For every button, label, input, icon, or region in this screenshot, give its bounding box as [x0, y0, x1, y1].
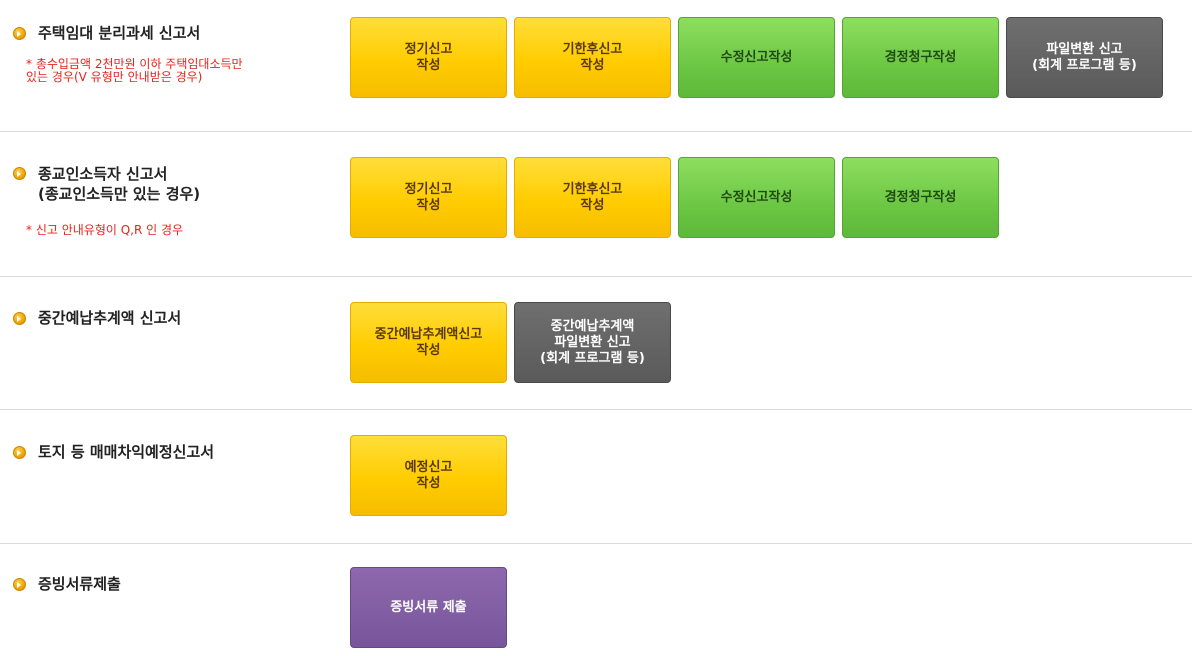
section-evidence-submission: 증빙서류제출 증빙서류 제출: [0, 544, 1192, 656]
submit-evidence-button[interactable]: 증빙서류 제출: [350, 567, 507, 648]
section-title: 주택임대 분리과세 신고서: [38, 24, 201, 42]
amended-filing-button[interactable]: 수정신고작성: [678, 157, 835, 238]
regular-filing-button[interactable]: 정기신고 작성: [350, 17, 507, 98]
amended-filing-button[interactable]: 수정신고작성: [678, 17, 835, 98]
section-title: 토지 등 매매차익예정신고서: [38, 443, 215, 461]
refund-claim-button[interactable]: 경정청구작성: [842, 157, 999, 238]
file-conversion-button[interactable]: 파일변환 신고 (회계 프로그램 등): [1006, 17, 1163, 98]
section-note: * 총수입금액 2천만원 이하 주택임대소득만 있는 경우(V 유형만 안내받은…: [26, 57, 243, 84]
section-religious-income: 종교인소득자 신고서 (종교인소득만 있는 경우) * 신고 안내유형이 Q,R…: [0, 132, 1192, 276]
interim-prepayment-filing-button[interactable]: 중간예납추계액신고 작성: [350, 302, 507, 383]
bullet-arrow-icon: [13, 167, 26, 180]
preliminary-filing-button[interactable]: 예정신고 작성: [350, 435, 507, 516]
interim-file-conversion-button[interactable]: 중간예납추계액 파일변환 신고 (회계 프로그램 등): [514, 302, 671, 383]
section-interim-prepayment: 중간예납추계액 신고서 중간예납추계액신고 작성 중간예납추계액 파일변환 신고…: [0, 277, 1192, 409]
section-land-trading: 토지 등 매매차익예정신고서 예정신고 작성: [0, 410, 1192, 543]
section-title: 중간예납추계액 신고서: [38, 309, 182, 327]
section-housing-rental: 주택임대 분리과세 신고서 * 총수입금액 2천만원 이하 주택임대소득만 있는…: [0, 0, 1192, 132]
bullet-arrow-icon: [13, 578, 26, 591]
regular-filing-button[interactable]: 정기신고 작성: [350, 157, 507, 238]
section-note: * 신고 안내유형이 Q,R 인 경우: [26, 223, 184, 237]
late-filing-button[interactable]: 기한후신고 작성: [514, 157, 671, 238]
bullet-arrow-icon: [13, 446, 26, 459]
late-filing-button[interactable]: 기한후신고 작성: [514, 17, 671, 98]
section-title: 증빙서류제출: [38, 575, 121, 593]
bullet-arrow-icon: [13, 312, 26, 325]
bullet-arrow-icon: [13, 27, 26, 40]
section-title: 종교인소득자 신고서 (종교인소득만 있는 경우): [38, 165, 201, 203]
refund-claim-button[interactable]: 경정청구작성: [842, 17, 999, 98]
